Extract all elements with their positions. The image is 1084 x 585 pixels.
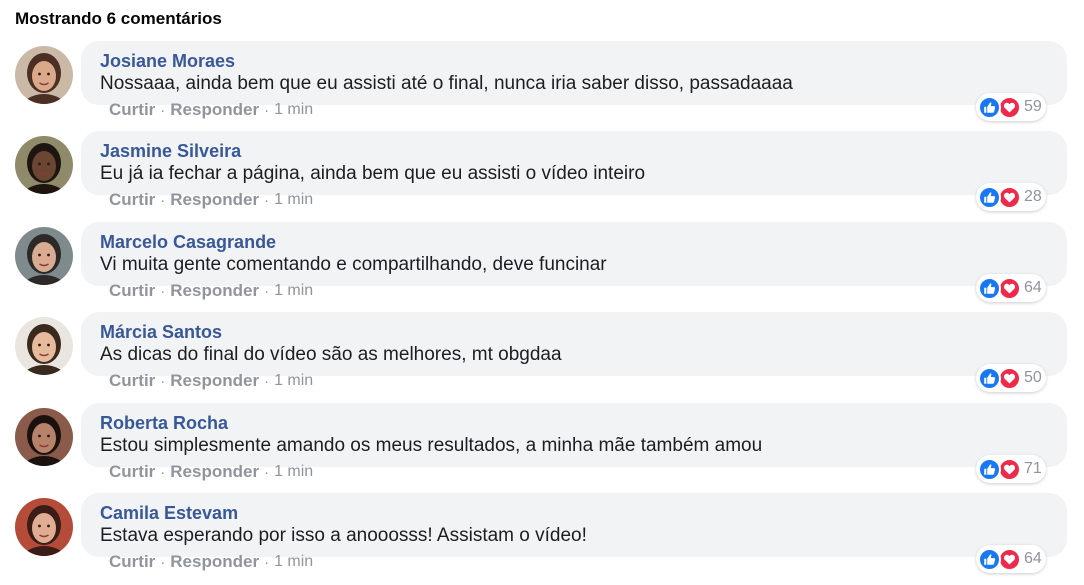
- reaction-summary[interactable]: 50: [976, 364, 1046, 392]
- heart-icon: [998, 276, 1021, 300]
- thumbs-up-icon: [978, 547, 1001, 571]
- comment-timestamp[interactable]: 1 min: [274, 372, 313, 390]
- reaction-count: 50: [1024, 369, 1042, 386]
- comment-timestamp[interactable]: 1 min: [274, 463, 313, 481]
- reaction-summary[interactable]: 64: [976, 545, 1046, 573]
- comment-actions: Curtir · Responder · 1 min: [109, 190, 313, 210]
- reply-button[interactable]: Responder: [170, 552, 259, 572]
- separator-dot: ·: [264, 191, 270, 209]
- comment-author-link[interactable]: Roberta Rocha: [100, 413, 228, 434]
- separator-dot: ·: [160, 101, 166, 119]
- reaction-summary[interactable]: 59: [976, 93, 1046, 121]
- avatar[interactable]: [15, 317, 73, 375]
- separator-dot: ·: [264, 463, 270, 481]
- comment-bubble: Márcia Santos As dicas do final do vídeo…: [81, 312, 1067, 376]
- reaction-count: 64: [1024, 550, 1042, 567]
- comment-item: Roberta Rocha Estou simplesmente amando …: [0, 403, 1084, 493]
- avatar[interactable]: [15, 408, 73, 466]
- reaction-count: 64: [1024, 279, 1042, 296]
- avatar-photo: [15, 408, 73, 466]
- comment-text: Vi muita gente comentando e compartilhan…: [100, 254, 607, 275]
- comment-text: Estou simplesmente amando os meus result…: [100, 435, 763, 456]
- comment-author-link[interactable]: Camila Estevam: [100, 503, 238, 524]
- comment-actions: Curtir · Responder · 1 min: [109, 552, 313, 572]
- thumbs-up-icon: [978, 95, 1001, 119]
- heart-icon: [998, 547, 1021, 571]
- comment-actions: Curtir · Responder · 1 min: [109, 281, 313, 301]
- like-button[interactable]: Curtir: [109, 462, 155, 482]
- thumbs-up-icon: [978, 457, 1001, 481]
- like-button[interactable]: Curtir: [109, 190, 155, 210]
- comment-item: Camila Estevam Estava esperando por isso…: [0, 493, 1084, 583]
- comment-item: Marcelo Casagrande Vi muita gente coment…: [0, 222, 1084, 312]
- comment-actions: Curtir · Responder · 1 min: [109, 371, 313, 391]
- comment-bubble: Camila Estevam Estava esperando por isso…: [81, 493, 1067, 557]
- reply-button[interactable]: Responder: [170, 371, 259, 391]
- avatar-photo: [15, 136, 73, 194]
- reaction-summary[interactable]: 64: [976, 274, 1046, 302]
- reply-button[interactable]: Responder: [170, 462, 259, 482]
- like-button[interactable]: Curtir: [109, 100, 155, 120]
- like-button[interactable]: Curtir: [109, 281, 155, 301]
- comment-bubble: Josiane Moraes Nossaaa, ainda bem que eu…: [81, 41, 1067, 105]
- thumbs-up-icon: [978, 366, 1001, 390]
- separator-dot: ·: [264, 282, 270, 300]
- reply-button[interactable]: Responder: [170, 281, 259, 301]
- heart-icon: [998, 185, 1021, 209]
- comment-list: Josiane Moraes Nossaaa, ainda bem que eu…: [0, 0, 1084, 585]
- comment-item: Márcia Santos As dicas do final do vídeo…: [0, 312, 1084, 402]
- separator-dot: ·: [264, 372, 270, 390]
- avatar[interactable]: [15, 136, 73, 194]
- comment-text: Eu já ia fechar a página, ainda bem que …: [100, 163, 646, 184]
- comment-text: As dicas do final do vídeo são as melhor…: [100, 344, 562, 365]
- comment-actions: Curtir · Responder · 1 min: [109, 462, 313, 482]
- avatar-photo: [15, 498, 73, 556]
- reaction-summary[interactable]: 28: [976, 183, 1046, 211]
- comment-author-link[interactable]: Márcia Santos: [100, 322, 222, 343]
- thumbs-up-icon: [978, 276, 1001, 300]
- comment-text: Nossaaa, ainda bem que eu assisti até o …: [100, 73, 793, 94]
- comment-item: Josiane Moraes Nossaaa, ainda bem que eu…: [0, 41, 1084, 131]
- avatar-photo: [15, 46, 73, 104]
- comment-timestamp[interactable]: 1 min: [274, 553, 313, 571]
- heart-icon: [998, 457, 1021, 481]
- reaction-count: 28: [1024, 188, 1042, 205]
- reply-button[interactable]: Responder: [170, 100, 259, 120]
- comment-author-link[interactable]: Jasmine Silveira: [100, 141, 241, 162]
- reaction-count: 59: [1024, 98, 1042, 115]
- like-button[interactable]: Curtir: [109, 552, 155, 572]
- separator-dot: ·: [160, 191, 166, 209]
- separator-dot: ·: [264, 553, 270, 571]
- comment-bubble: Marcelo Casagrande Vi muita gente coment…: [81, 222, 1067, 286]
- avatar-photo: [15, 227, 73, 285]
- avatar[interactable]: [15, 227, 73, 285]
- reaction-summary[interactable]: 71: [976, 455, 1046, 483]
- thumbs-up-icon: [978, 185, 1001, 209]
- separator-dot: ·: [160, 553, 166, 571]
- comment-author-link[interactable]: Marcelo Casagrande: [100, 232, 276, 253]
- separator-dot: ·: [160, 463, 166, 481]
- reply-button[interactable]: Responder: [170, 190, 259, 210]
- avatar[interactable]: [15, 498, 73, 556]
- separator-dot: ·: [160, 282, 166, 300]
- comment-actions: Curtir · Responder · 1 min: [109, 100, 313, 120]
- separator-dot: ·: [160, 372, 166, 390]
- separator-dot: ·: [264, 101, 270, 119]
- heart-icon: [998, 366, 1021, 390]
- avatar[interactable]: [15, 46, 73, 104]
- comment-bubble: Jasmine Silveira Eu já ia fechar a págin…: [81, 131, 1067, 195]
- comment-timestamp[interactable]: 1 min: [274, 282, 313, 300]
- comment-author-link[interactable]: Josiane Moraes: [100, 51, 235, 72]
- like-button[interactable]: Curtir: [109, 371, 155, 391]
- comment-text: Estava esperando por isso a anooosss! As…: [100, 525, 587, 546]
- comment-bubble: Roberta Rocha Estou simplesmente amando …: [81, 403, 1067, 467]
- comment-item: Jasmine Silveira Eu já ia fechar a págin…: [0, 131, 1084, 221]
- reaction-count: 71: [1024, 460, 1042, 477]
- heart-icon: [998, 95, 1021, 119]
- comment-timestamp[interactable]: 1 min: [274, 191, 313, 209]
- avatar-photo: [15, 317, 73, 375]
- comment-timestamp[interactable]: 1 min: [274, 101, 313, 119]
